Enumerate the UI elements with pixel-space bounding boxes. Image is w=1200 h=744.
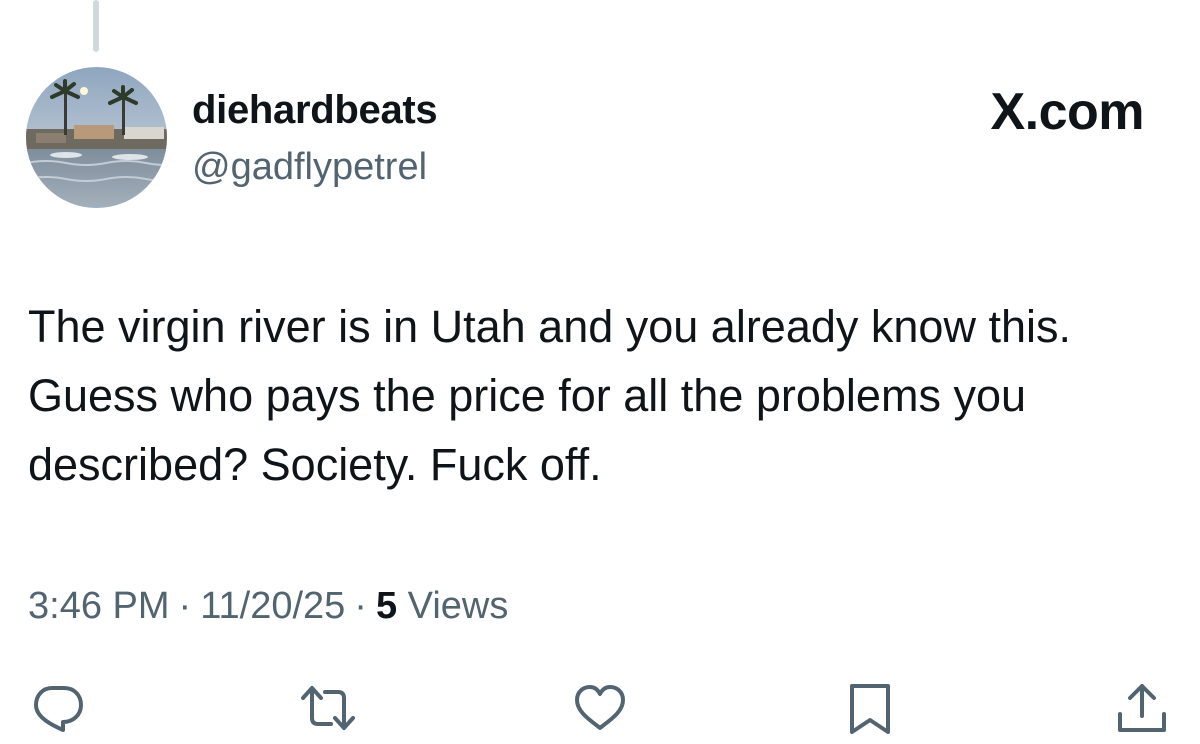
- tweet-meta: 3:46 PM · 11/20/25 · 5 Views: [28, 585, 508, 628]
- tweet-card: diehardbeats @gadflypetrel X.com The vir…: [0, 0, 1200, 744]
- like-icon: [575, 685, 625, 730]
- views-count: 5: [375, 585, 398, 627]
- tweet-date[interactable]: 11/20/25: [200, 585, 345, 627]
- x-com-watermark: X.com: [990, 83, 1144, 141]
- views-label: Views: [407, 585, 509, 627]
- retweet-button[interactable]: [300, 680, 356, 736]
- author-display-name[interactable]: diehardbeats: [192, 88, 438, 133]
- bookmark-icon: [850, 684, 890, 734]
- meta-separator: ·: [178, 585, 192, 627]
- avatar[interactable]: [26, 67, 167, 208]
- thread-connector-line: [93, 0, 99, 52]
- author-handle[interactable]: @gadflypetrel: [192, 146, 427, 189]
- action-bar: [0, 680, 1200, 744]
- reply-icon: [34, 686, 83, 732]
- meta-separator: ·: [354, 585, 367, 627]
- avatar-image: [26, 67, 167, 208]
- share-icon: [1118, 684, 1166, 732]
- tweet-time[interactable]: 3:46 PM: [28, 585, 170, 627]
- tweet-text: The virgin river is in Utah and you alre…: [28, 301, 1071, 490]
- like-button[interactable]: [572, 680, 628, 736]
- retweet-icon: [301, 686, 355, 730]
- share-button[interactable]: [1114, 680, 1170, 736]
- reply-button[interactable]: [30, 680, 86, 736]
- bookmark-button[interactable]: [842, 680, 898, 736]
